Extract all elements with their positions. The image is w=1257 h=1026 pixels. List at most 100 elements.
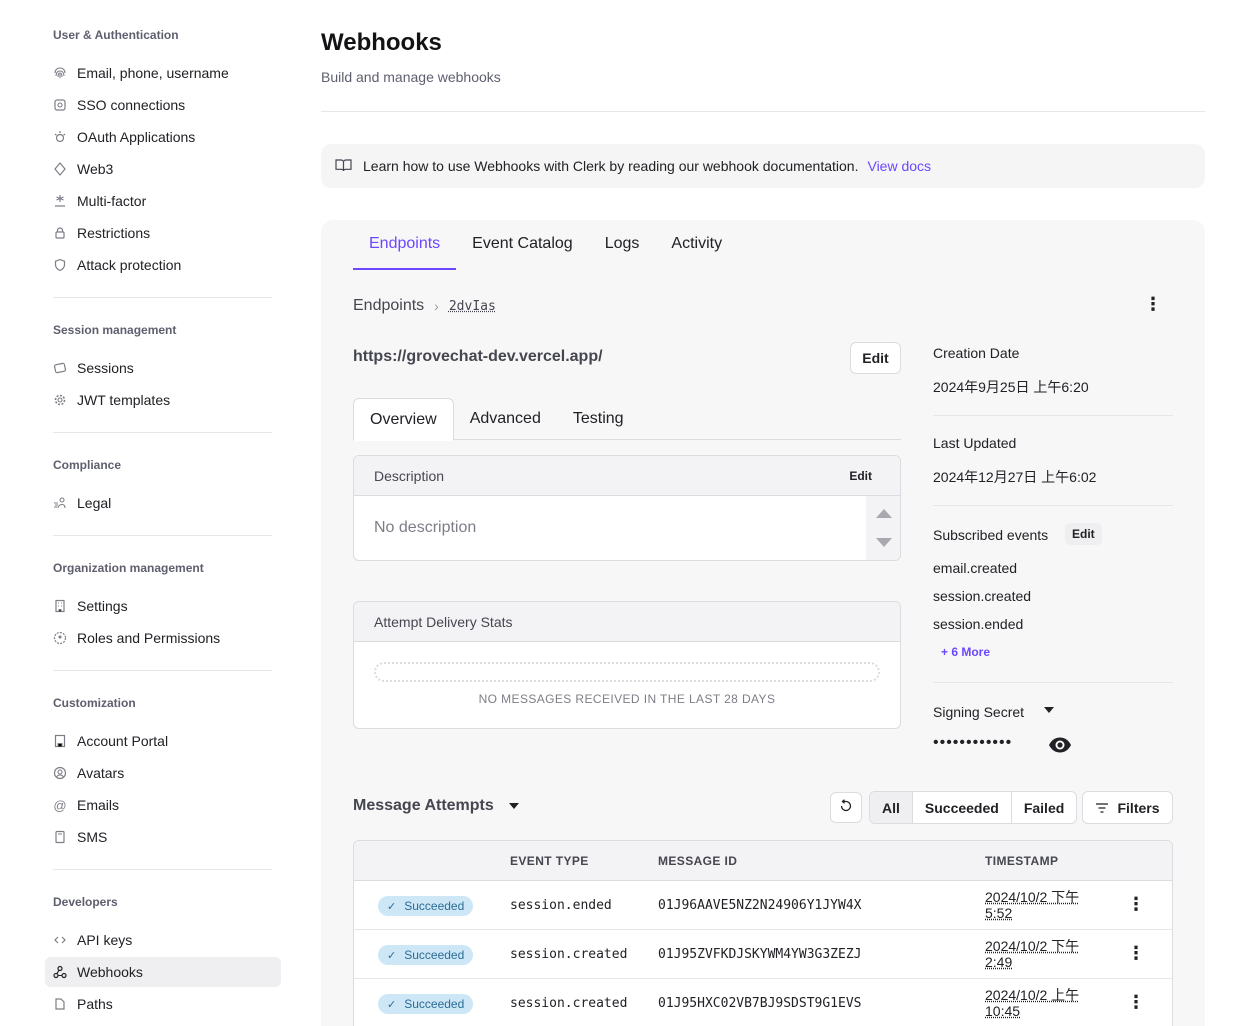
edit-url-button[interactable]: Edit: [850, 342, 901, 374]
eye-icon[interactable]: [1048, 736, 1072, 754]
sidebar-section-title: Compliance: [53, 458, 122, 472]
refresh-button[interactable]: [830, 792, 862, 823]
filters-label: Filters: [1117, 799, 1160, 816]
scroll-up-icon[interactable]: [876, 509, 892, 518]
tab-event-catalog[interactable]: Event Catalog: [456, 230, 589, 270]
sidebar-item-roles-and-permissions[interactable]: Roles and Permissions: [45, 623, 281, 653]
column-timestamp: TIMESTAMP: [985, 854, 1059, 868]
filter-succeeded[interactable]: Succeeded: [913, 792, 1012, 823]
at-icon: @: [53, 797, 67, 813]
event-item: session.created: [933, 588, 1032, 604]
description-text: No description: [374, 519, 477, 536]
gear-icon: [53, 393, 67, 407]
filters-button[interactable]: Filters: [1082, 791, 1173, 824]
sidebar-item-restrictions[interactable]: Restrictions: [45, 218, 281, 248]
breadcrumb-endpoints[interactable]: Endpoints: [353, 297, 424, 315]
creation-date-value: 2024年9月25日 上午6:20: [933, 379, 1089, 395]
sidebar-item-label: OAuth Applications: [77, 129, 196, 145]
event-type-cell: session.ended: [510, 898, 612, 913]
sidebar-item-account-portal[interactable]: Account Portal: [45, 726, 281, 756]
caret-down-icon[interactable]: [1044, 707, 1054, 713]
event-type-cell: session.created: [510, 947, 628, 962]
filter-icon: [1095, 800, 1109, 816]
sidebar-item-legal[interactable]: Legal: [45, 488, 281, 518]
description-scrollbar[interactable]: [866, 496, 900, 560]
subtab-overview[interactable]: Overview: [353, 398, 454, 441]
tab-logs[interactable]: Logs: [589, 230, 656, 270]
filter-all[interactable]: All: [870, 792, 913, 823]
meta-divider: [933, 415, 1173, 416]
message-attempts-table: EVENT TYPE MESSAGE ID TIMESTAMP ✓ Succee…: [353, 840, 1173, 1026]
sidebar-item-label: JWT templates: [77, 392, 171, 408]
sidebar-item-web3[interactable]: Web3: [45, 154, 281, 184]
row-more-button[interactable]: ⋮: [1126, 991, 1146, 1015]
edit-events-button[interactable]: Edit: [1065, 523, 1102, 545]
sidebar-item-settings[interactable]: Settings: [45, 591, 281, 621]
delivery-stats-empty: NO MESSAGES RECEIVED IN THE LAST 28 DAYS: [478, 692, 776, 706]
shield-icon: [53, 258, 67, 272]
sidebar-item-sms[interactable]: SMS: [45, 822, 281, 852]
caret-down-icon[interactable]: [509, 803, 519, 809]
table-row[interactable]: ✓ Succeeded session.created 01J95ZVFKDJS…: [354, 930, 1172, 979]
subtab-testing[interactable]: Testing: [557, 398, 640, 439]
status-badge: ✓ Succeeded: [378, 994, 474, 1014]
meta-divider: [933, 505, 1173, 506]
sidebar-item-label: SSO connections: [77, 97, 186, 113]
view-docs-link[interactable]: View docs: [867, 158, 931, 174]
lock-icon: [53, 226, 67, 240]
row-more-button[interactable]: ⋮: [1126, 942, 1146, 966]
sidebar-item-label: Account Portal: [77, 733, 169, 749]
docs-banner: Learn how to use Webhooks with Clerk by …: [321, 144, 1205, 188]
table-row[interactable]: ✓ Succeeded session.created 01J95HXC02VB…: [354, 979, 1172, 1026]
endpoint-more-button[interactable]: ⋮: [1143, 293, 1163, 317]
sidebar-divider: [53, 670, 272, 671]
sidebar-item-jwt-templates[interactable]: JWT templates: [45, 385, 281, 415]
tab-activity[interactable]: Activity: [655, 230, 738, 270]
subtab-advanced[interactable]: Advanced: [454, 398, 557, 439]
filter-failed[interactable]: Failed: [1012, 792, 1076, 823]
sidebar-item-label: Legal: [77, 495, 112, 511]
tab-endpoints[interactable]: Endpoints: [353, 230, 457, 270]
endpoint-id[interactable]: 2dvIas: [449, 299, 496, 314]
description-header: Description Edit: [354, 456, 900, 496]
sessions-icon: [53, 361, 67, 375]
sidebar-item-sso-connections[interactable]: SSO connections: [45, 90, 281, 120]
edit-description-button[interactable]: Edit: [849, 469, 872, 483]
more-events-link[interactable]: + 6 More: [941, 645, 990, 659]
chevron-right-icon: ›: [434, 298, 439, 314]
sidebar-item-label: Attack protection: [77, 257, 182, 273]
timestamp-cell: 2024/10/2 下午5:52: [985, 889, 1080, 921]
endpoint-url: https://grovechat-dev.vercel.app/: [353, 348, 603, 365]
sidebar-item-label: Web3: [77, 161, 114, 177]
sidebar-item-paths[interactable]: Paths: [45, 989, 281, 1019]
sidebar-item-email-phone-username[interactable]: Email, phone, username: [45, 58, 281, 88]
message-id-cell: 01J95HXC02VB7BJ9SDST9G1EVS: [658, 996, 862, 1011]
status-badge: ✓ Succeeded: [378, 945, 474, 965]
building-icon: [53, 599, 67, 613]
delivery-stats-bar: [374, 662, 880, 682]
sidebar-item-label: Sessions: [77, 360, 134, 376]
table-row[interactable]: ✓ Succeeded session.ended 01J96AAVE5NZ2N…: [354, 881, 1172, 930]
sidebar-item-api-keys[interactable]: API keys: [45, 925, 281, 955]
sidebar-item-attack-protection[interactable]: Attack protection: [45, 250, 281, 280]
sidebar-item-oauth-applications[interactable]: OAuth Applications: [45, 122, 281, 152]
message-id-cell: 01J95ZVFKDJSKYWM4YW3G3ZEZJ: [658, 947, 862, 962]
check-icon: ✓: [387, 998, 397, 1011]
oauth-icon: [53, 130, 67, 144]
sidebar-item-webhooks[interactable]: Webhooks: [45, 957, 281, 987]
sidebar-item-label: Multi-factor: [77, 193, 147, 209]
row-more-button[interactable]: ⋮: [1126, 893, 1146, 917]
sidebar-section-title: User & Authentication: [53, 28, 179, 42]
description-body[interactable]: No description: [354, 496, 900, 560]
sidebar-item-sessions[interactable]: Sessions: [45, 353, 281, 383]
webhook-icon: [53, 965, 67, 979]
sidebar-divider: [53, 432, 272, 433]
sidebar-item-label: Restrictions: [77, 225, 151, 241]
sidebar-item-multi-factor[interactable]: Multi-factor: [45, 186, 281, 216]
event-item: session.ended: [933, 616, 1024, 632]
description-title: Description: [374, 467, 445, 484]
sidebar-item-emails[interactable]: @ Emails: [45, 790, 281, 820]
sidebar-item-avatars[interactable]: Avatars: [45, 758, 281, 788]
signing-secret-label: Signing Secret: [933, 704, 1025, 720]
scroll-down-icon[interactable]: [876, 538, 892, 547]
